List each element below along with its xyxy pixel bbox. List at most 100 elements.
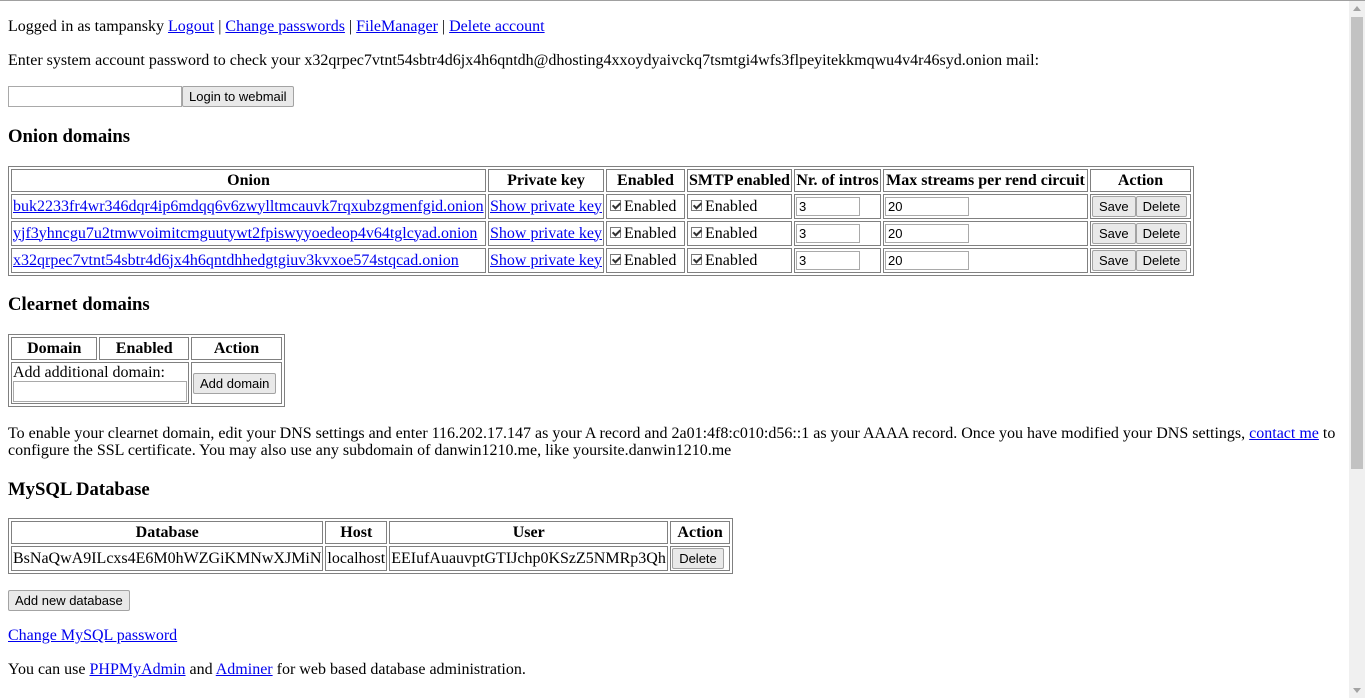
streams-cell [882,221,1088,246]
column-header-user: User [389,521,669,544]
enabled-label: Enabled [623,224,677,242]
max-streams-input[interactable] [884,197,969,216]
webmail-password-input[interactable] [8,86,182,107]
smtp-enabled-label: Enabled [704,251,758,269]
smtp-enabled-cell: Enabled [686,221,792,246]
enabled-checkbox[interactable] [609,200,621,212]
show-private-key-link[interactable]: Show private key [490,198,602,215]
column-header-private-key: Private key [488,169,604,192]
change-mysql-password-line: Change MySQL password [8,627,177,645]
enabled-checkbox[interactable] [609,254,621,266]
smtp-enabled-label: Enabled [704,224,758,242]
onion-address-link[interactable]: x32qrpec7vtnt54sbtr4d6jx4h6qntdhhedgtgiu… [13,252,459,269]
enabled-cell: Enabled [605,194,685,219]
add-domain-cell: Add additional domain: [11,362,189,404]
enabled-label: Enabled [623,197,677,215]
db-admin-info: You can use PHPMyAdmin and Adminer for w… [8,661,526,679]
table-row: Add additional domain: Add domain [11,362,282,404]
user-cell: EEIufAuauvptGTIJchp0KSzZ5NMRp3Qh [389,546,669,571]
logout-link[interactable]: Logout [168,18,214,35]
table-row: BsNaQwA9ILcxs4E6M0hWZGiKMNwXJMiN localho… [11,546,730,571]
smtp-enabled-cell: Enabled [686,248,792,273]
scroll-down-arrow-icon[interactable] [1353,688,1361,693]
enabled-cell: Enabled [605,248,685,273]
smtp-enabled-checkbox[interactable] [690,227,702,239]
adminer-link[interactable]: Adminer [216,661,273,678]
column-header-max-streams: Max streams per rend circuit [882,169,1088,192]
intros-input[interactable] [795,224,860,243]
column-header-enabled: Enabled [605,169,685,192]
delete-database-button[interactable]: Delete [672,548,724,569]
intros-input[interactable] [795,197,860,216]
private-key-cell: Show private key [488,194,604,219]
change-passwords-link[interactable]: Change passwords [225,18,345,35]
column-header-action: Action [191,337,282,360]
enabled-cell: Enabled [605,221,685,246]
save-button[interactable]: Save [1091,250,1136,271]
onion-cell: buk2233fr4wr346dqr4ip6mdqq6v6zwylltmcauv… [11,194,486,219]
smtp-enabled-checkbox[interactable] [690,254,702,266]
onion-domains-table: Onion Private key Enabled SMTP enabled N… [8,166,1194,276]
db-admin-text: You can use [8,661,86,678]
column-header-enabled: Enabled [99,337,189,360]
max-streams-input[interactable] [884,251,969,270]
delete-account-link[interactable]: Delete account [449,18,545,35]
table-row: yjf3yhncgu7u2tmwvoimitcmguutywt2fpiswyyo… [11,221,1191,246]
clearnet-domains-table: Domain Enabled Action Add additional dom… [8,334,285,407]
max-streams-input[interactable] [884,224,969,243]
action-cell: Save Delete [1089,194,1191,219]
db-admin-and: and [189,661,213,678]
delete-button[interactable]: Delete [1135,250,1188,271]
database-name-cell: BsNaQwA9ILcxs4E6M0hWZGiKMNwXJMiN [11,546,324,571]
column-header-smtp-enabled: SMTP enabled [686,169,792,192]
scrollbar-thumb[interactable] [1351,17,1363,469]
column-header-onion: Onion [11,169,486,192]
delete-button[interactable]: Delete [1135,223,1188,244]
add-domain-button[interactable]: Add domain [193,372,277,394]
table-header-row: Database Host User Action [11,521,730,544]
show-private-key-link[interactable]: Show private key [490,252,602,269]
change-mysql-password-link[interactable]: Change MySQL password [8,627,177,644]
intros-cell [793,248,881,273]
save-button[interactable]: Save [1091,223,1136,244]
login-status-line: Logged in as tampansky Logout | Change p… [8,18,545,36]
onion-address-link[interactable]: yjf3yhncgu7u2tmwvoimitcmguutywt2fpiswyyo… [13,225,477,242]
separator: | [348,18,353,35]
show-private-key-link[interactable]: Show private key [490,225,602,242]
private-key-cell: Show private key [488,221,604,246]
onion-address-link[interactable]: buk2233fr4wr346dqr4ip6mdqq6v6zwylltmcauv… [13,198,484,215]
intros-input[interactable] [795,251,860,270]
smtp-enabled-label: Enabled [704,197,758,215]
table-header-row: Onion Private key Enabled SMTP enabled N… [11,169,1191,192]
mysql-database-heading: MySQL Database [8,479,150,500]
smtp-enabled-checkbox[interactable] [690,200,702,212]
add-new-database-button[interactable]: Add new database [8,590,130,611]
onion-cell: x32qrpec7vtnt54sbtr4d6jx4h6qntdhhedgtgiu… [11,248,486,273]
contact-me-link[interactable]: contact me [1249,425,1319,442]
scroll-up-arrow-icon[interactable] [1353,6,1361,11]
add-domain-input[interactable] [13,381,187,402]
action-cell: Save Delete [1089,221,1191,246]
webmail-prompt: Enter system account password to check y… [8,52,1040,69]
window-top-border [0,0,1365,1]
login-webmail-button[interactable]: Login to webmail [182,86,294,107]
clearnet-domains-heading: Clearnet domains [8,294,150,315]
private-key-cell: Show private key [488,248,604,273]
table-header-row: Domain Enabled Action [11,337,282,360]
vertical-scrollbar[interactable] [1349,1,1365,698]
table-row: x32qrpec7vtnt54sbtr4d6jx4h6qntdhhedgtgiu… [11,248,1191,273]
onion-domains-heading: Onion domains [8,126,131,147]
filemanager-link[interactable]: FileManager [356,18,438,35]
column-header-database: Database [11,521,324,544]
db-admin-text-end: for web based database administration. [276,661,526,678]
save-button[interactable]: Save [1091,196,1136,217]
enabled-label: Enabled [623,251,677,269]
onion-cell: yjf3yhncgu7u2tmwvoimitcmguutywt2fpiswyyo… [11,221,486,246]
dns-info-text: To enable your clearnet domain, edit you… [8,425,1246,442]
enabled-checkbox[interactable] [609,227,621,239]
column-header-host: Host [325,521,388,544]
phpmyadmin-link[interactable]: PHPMyAdmin [89,661,185,678]
action-cell: Delete [670,546,730,571]
column-header-domain: Domain [11,337,98,360]
delete-button[interactable]: Delete [1135,196,1188,217]
